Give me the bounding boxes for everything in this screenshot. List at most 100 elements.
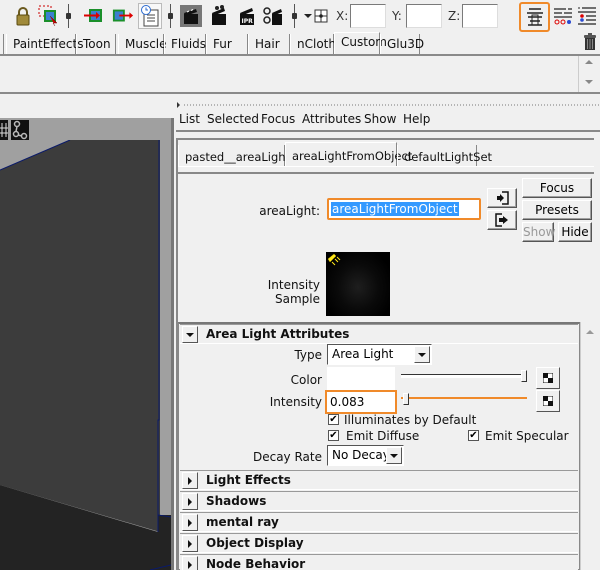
chevron-down-icon[interactable] [414, 346, 430, 363]
x-coord-input[interactable] [350, 4, 386, 28]
emit-specular-checkbox[interactable]: ✔ [468, 430, 479, 441]
y-coord-input[interactable] [406, 4, 442, 28]
node-tab-pasted-arealight1[interactable]: pasted__areaLight1 [178, 145, 297, 167]
expand-arrow-icon[interactable] [182, 514, 198, 531]
input-connections-button[interactable] [487, 188, 517, 208]
channel-box-icon[interactable] [576, 5, 598, 27]
trash-icon[interactable] [583, 33, 597, 51]
decay-rate-dropdown[interactable]: No Decay [327, 445, 404, 466]
checker-map-icon [543, 373, 553, 383]
render-current-frame-icon[interactable] [180, 5, 202, 27]
expand-arrow-icon[interactable] [182, 535, 198, 552]
render-clapper-icon[interactable] [208, 5, 230, 27]
scroll-up-icon[interactable] [586, 330, 594, 334]
shelf-tab-toon[interactable]: Toon [76, 34, 116, 54]
lock-icon[interactable] [12, 5, 34, 27]
expand-arrow-icon[interactable] [182, 556, 198, 570]
select-region-icon[interactable] [38, 5, 60, 27]
shelf-tab-custom[interactable]: Custom [334, 32, 387, 54]
render-settings-icon[interactable] [262, 5, 284, 27]
section-area-light-attributes[interactable]: Area Light Attributes [180, 324, 578, 344]
shelf-tab-muscle[interactable]: Muscle [118, 34, 167, 54]
intensity-map-button[interactable] [536, 390, 560, 412]
intensity-slider[interactable] [401, 397, 527, 401]
viewport-canvas[interactable] [0, 140, 171, 570]
toolbar-separator[interactable] [292, 4, 298, 28]
toolbar-separator[interactable] [168, 4, 174, 28]
focus-button[interactable]: Focus [522, 178, 592, 198]
attribute-editor-icon[interactable] [519, 2, 550, 32]
output-connection-icon[interactable] [112, 5, 134, 27]
toolbar-separator[interactable] [66, 4, 72, 28]
snap-dropdown-icon[interactable] [303, 5, 331, 27]
viewport-panel[interactable] [0, 118, 174, 570]
presets-button[interactable]: Presets [522, 200, 592, 220]
checkmark-icon: ✔ [329, 413, 338, 425]
section-light-effects[interactable]: Light Effects [180, 470, 578, 490]
intensity-slider-handle[interactable] [402, 393, 409, 405]
shelf-tab-hair[interactable]: Hair [248, 34, 290, 54]
shelf-area [0, 54, 600, 94]
expand-arrow-icon[interactable] [182, 472, 198, 489]
scroll-up-icon[interactable] [585, 60, 593, 64]
node-tab-arealightfromobject[interactable]: areaLightFromObject [285, 142, 412, 167]
show-button[interactable]: Show [522, 222, 555, 242]
menu-help[interactable]: Help [403, 112, 430, 126]
menu-attributes[interactable]: Attributes [302, 112, 361, 126]
expand-arrow-icon[interactable] [182, 493, 198, 510]
section-title: Shadows [206, 494, 267, 508]
color-slider-handle[interactable] [521, 370, 527, 382]
y-label: Y: [392, 9, 402, 23]
ipr-render-icon[interactable]: IPR [236, 5, 258, 27]
menu-selected[interactable]: Selected [207, 112, 259, 126]
panel-drag-handle[interactable] [176, 98, 600, 108]
input-arrow-icon [497, 191, 509, 205]
shelf-tab-painteffects[interactable]: PaintEffects [6, 34, 83, 54]
section-node-behavior[interactable]: Node Behavior [180, 554, 578, 570]
type-dropdown[interactable]: Area Light [327, 344, 432, 365]
grid-toggle-icon[interactable] [0, 120, 8, 140]
decay-rate-label: Decay Rate [252, 450, 322, 464]
color-label: Color [290, 373, 322, 387]
menu-show[interactable]: Show [364, 112, 396, 126]
input-connection-icon[interactable] [84, 5, 106, 27]
scroll-down-icon[interactable] [585, 80, 593, 84]
emit-diffuse-checkbox[interactable]: ✔ [328, 430, 339, 441]
color-map-button[interactable] [536, 367, 560, 389]
chevron-down-icon[interactable] [386, 447, 402, 464]
section-title: Object Display [206, 536, 304, 550]
joint-chain-icon[interactable] [11, 120, 29, 140]
section-mental-ray[interactable]: mental ray [180, 512, 578, 532]
color-swatch[interactable] [327, 367, 395, 391]
node-tab-defaultlightset[interactable]: defaultLightSet [397, 145, 492, 167]
section-object-display[interactable]: Object Display [180, 533, 578, 553]
menu-list[interactable]: List [179, 112, 200, 126]
shelf-tab-hidden[interactable] [0, 34, 4, 54]
tool-settings-icon[interactable] [552, 5, 574, 27]
collapse-arrow-icon[interactable] [182, 326, 198, 343]
section-shadows[interactable]: Shadows [180, 491, 578, 511]
output-connections-button[interactable] [487, 210, 517, 230]
color-slider[interactable] [401, 374, 527, 378]
shelf-scrollbar[interactable] [578, 56, 598, 92]
illuminates-default-checkbox[interactable]: ✔ [328, 414, 339, 425]
shelf-tab-label: Fur [213, 37, 232, 51]
section-title: mental ray [206, 515, 279, 529]
section-title: Area Light Attributes [206, 327, 350, 341]
intensity-input[interactable]: 0.083 [325, 390, 397, 414]
shelf-tab-glu3d[interactable]: Glu3D [380, 34, 424, 54]
shelf-tab-fluids[interactable]: Fluids [164, 34, 206, 54]
decay-value: No Decay [332, 448, 390, 462]
output-arrow-icon [495, 213, 508, 227]
node-name-input[interactable]: areaLightFromObject [327, 198, 481, 220]
history-icon[interactable] [138, 3, 162, 29]
menu-focus[interactable]: Focus [261, 112, 295, 126]
attribute-scrollbar[interactable] [580, 322, 598, 570]
shelf-tab-fur[interactable]: Fur [206, 34, 248, 54]
emit-diffuse-label: Emit Diffuse [346, 429, 420, 443]
intensity-sample-swatch [326, 252, 390, 316]
z-coord-input[interactable] [462, 4, 498, 28]
shelf-tab-ncloth[interactable]: nCloth [290, 34, 336, 54]
shelf-tab-label: Toon [83, 37, 111, 51]
hide-button[interactable]: Hide [558, 222, 592, 242]
